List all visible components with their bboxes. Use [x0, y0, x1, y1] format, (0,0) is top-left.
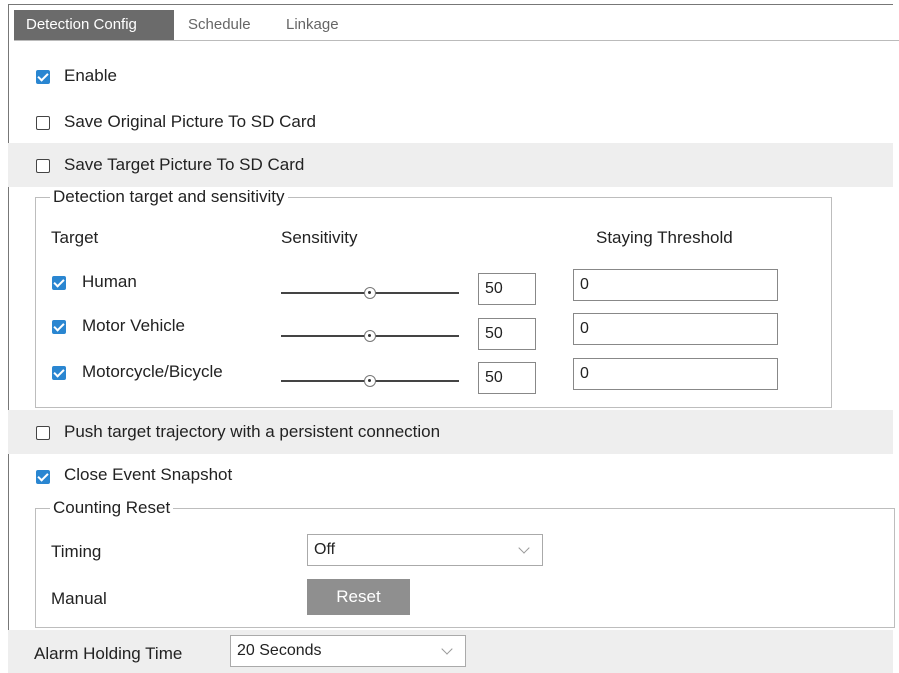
- save-original-checkbox[interactable]: [36, 116, 50, 130]
- human-threshold-input[interactable]: [573, 269, 778, 301]
- save-target-label: Save Target Picture To SD Card: [64, 155, 305, 174]
- enable-checkbox[interactable]: [36, 70, 50, 84]
- alarm-holding-select[interactable]: 20 Seconds: [230, 635, 466, 667]
- staying-threshold-column-header: Staying Threshold: [596, 228, 733, 247]
- enable-label: Enable: [64, 66, 117, 85]
- motor-vehicle-sensitivity-input[interactable]: [478, 318, 536, 350]
- sensitivity-column-header: Sensitivity: [281, 228, 358, 247]
- close-snapshot-label: Close Event Snapshot: [64, 465, 233, 484]
- close-snapshot-row: Close Event Snapshot: [8, 454, 893, 496]
- slider-thumb[interactable]: [364, 375, 376, 387]
- alarm-holding-value: 20 Seconds: [237, 642, 322, 659]
- human-checkbox[interactable]: [52, 276, 66, 290]
- target-column-header: Target: [51, 228, 99, 247]
- motorcycle-bicycle-checkbox[interactable]: [52, 366, 66, 380]
- save-target-checkbox[interactable]: [36, 159, 50, 173]
- push-trajectory-checkbox[interactable]: [36, 426, 50, 440]
- counting-group-legend: Counting Reset: [53, 498, 171, 517]
- timing-select-value: Off: [314, 541, 336, 558]
- human-label: Human: [82, 272, 137, 291]
- close-snapshot-checkbox[interactable]: [36, 470, 50, 484]
- motor-vehicle-threshold-input[interactable]: [573, 313, 778, 345]
- slider-thumb[interactable]: [364, 287, 376, 299]
- motorcycle-bicycle-label: Motorcycle/Bicycle: [82, 362, 223, 381]
- push-trajectory-row: Push target trajectory with a persistent…: [8, 410, 893, 454]
- timing-select[interactable]: Off: [307, 534, 543, 566]
- save-target-row: Save Target Picture To SD Card: [8, 143, 893, 187]
- motorcycle-bicycle-sensitivity-input[interactable]: [478, 362, 536, 394]
- save-original-label: Save Original Picture To SD Card: [64, 112, 316, 131]
- tab-detection-config[interactable]: Detection Config: [14, 10, 174, 40]
- push-trajectory-label: Push target trajectory with a persistent…: [64, 422, 441, 441]
- chevron-down-icon: [441, 643, 453, 655]
- motorcycle-bicycle-threshold-input[interactable]: [573, 358, 778, 390]
- tab-schedule[interactable]: Schedule: [176, 10, 263, 40]
- chevron-down-icon: [518, 542, 530, 554]
- manual-label: Manual: [51, 589, 107, 608]
- alarm-holding-row: Alarm Holding Time 20 Seconds: [8, 630, 893, 673]
- tab-linkage[interactable]: Linkage: [274, 10, 351, 40]
- alarm-holding-label: Alarm Holding Time: [34, 644, 183, 663]
- reset-button[interactable]: Reset: [307, 579, 410, 615]
- tab-divider: [14, 40, 899, 41]
- enable-row: Enable: [8, 55, 893, 97]
- timing-label: Timing: [51, 542, 102, 561]
- motor-vehicle-checkbox[interactable]: [52, 320, 66, 334]
- save-original-row: Save Original Picture To SD Card: [8, 100, 893, 142]
- detection-group-legend: Detection target and sensitivity: [53, 187, 285, 206]
- slider-thumb[interactable]: [364, 330, 376, 342]
- motor-vehicle-label: Motor Vehicle: [82, 316, 185, 335]
- human-sensitivity-input[interactable]: [478, 273, 536, 305]
